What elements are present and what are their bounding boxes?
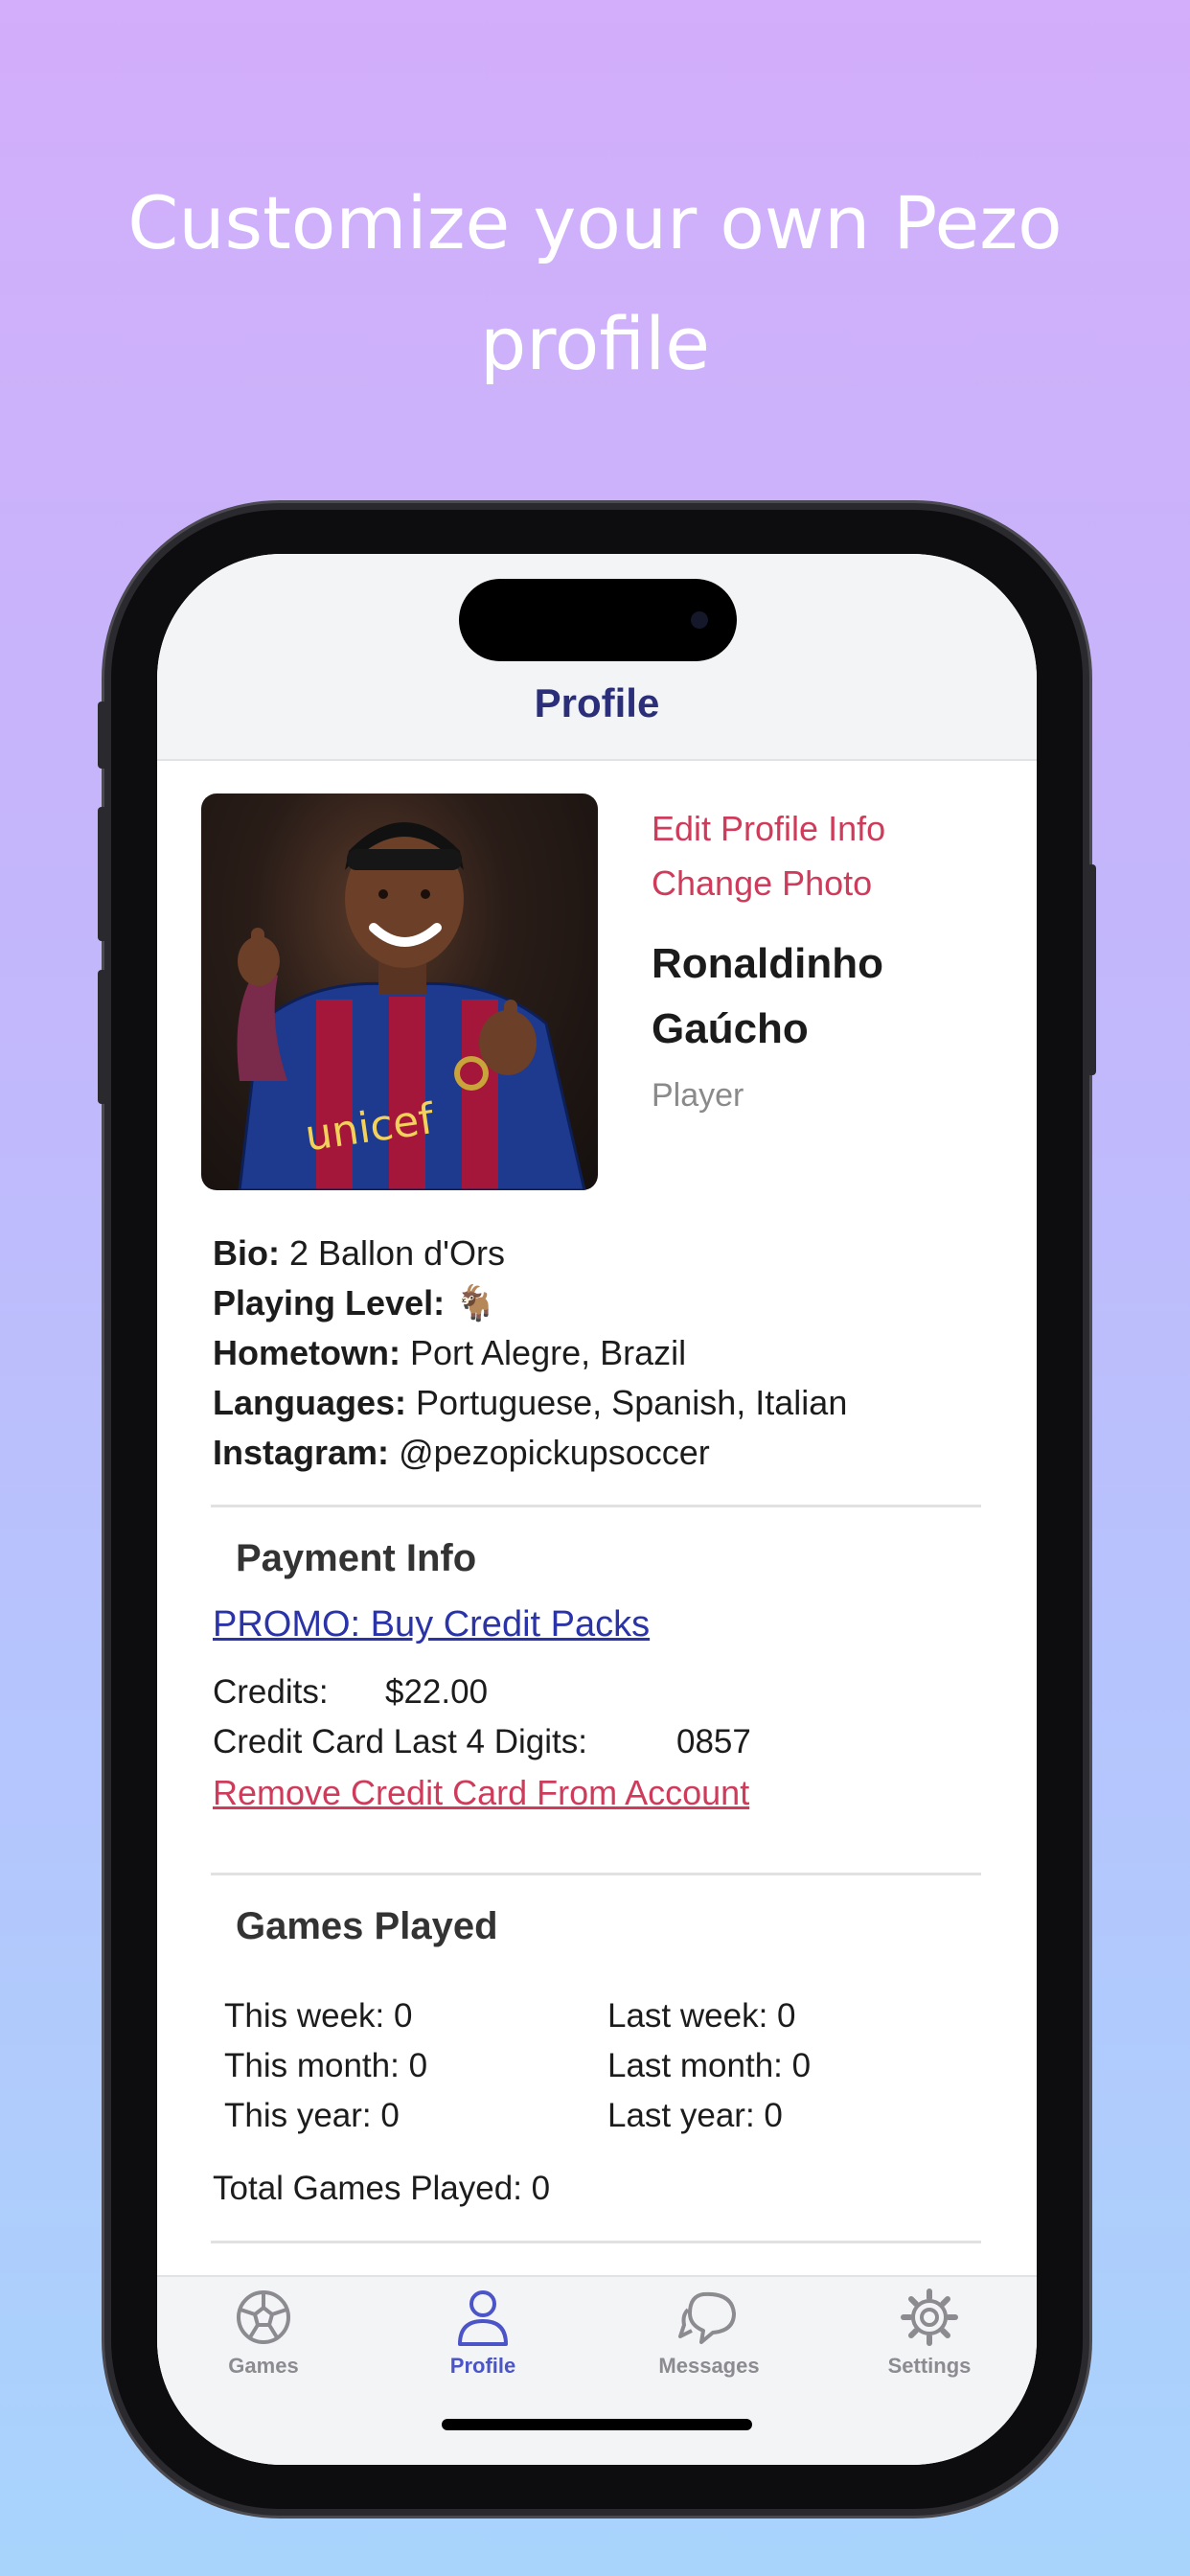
tab-games[interactable]: Games xyxy=(177,2287,350,2379)
playing-level-label: Playing Level: xyxy=(213,1283,446,1322)
profile-photo: unicef xyxy=(201,794,598,1190)
card-digits-label: Credit Card Last 4 Digits: xyxy=(213,1723,587,1760)
credits-label: Credits: xyxy=(213,1673,329,1711)
player-role: Player xyxy=(652,1077,744,1114)
payment-info-title: Payment Info xyxy=(236,1537,477,1579)
games-this-week: This week: 0 xyxy=(224,1997,413,2035)
games-last-year: Last year: 0 xyxy=(607,2097,783,2134)
instagram-label: Instagram: xyxy=(213,1433,390,1472)
profile-details: Bio: 2 Ballon d'Ors Playing Level: 🐐 Hom… xyxy=(213,1229,998,1478)
credits-value: $22.00 xyxy=(385,1673,489,1711)
profile-content: unicef Edit Profile Info Change Photo Ro… xyxy=(157,761,1037,2256)
tab-settings-label: Settings xyxy=(887,2354,972,2378)
divider xyxy=(211,1505,981,1507)
page-title: Profile xyxy=(534,680,660,725)
games-last-week: Last week: 0 xyxy=(607,1997,796,2035)
gear-icon xyxy=(901,2288,958,2346)
remove-credit-card-link[interactable]: Remove Credit Card From Account xyxy=(213,1773,749,1813)
volume-up-button xyxy=(98,807,107,941)
person-icon xyxy=(458,2290,508,2346)
soccer-ball-icon xyxy=(237,2290,290,2344)
games-this-month: This month: 0 xyxy=(224,2047,428,2084)
tab-profile-label: Profile xyxy=(449,2354,516,2378)
games-played-title: Games Played xyxy=(236,1905,498,1947)
bio-label: Bio: xyxy=(213,1233,280,1273)
edit-profile-link[interactable]: Edit Profile Info xyxy=(652,809,885,849)
chat-bubbles-icon xyxy=(678,2291,736,2344)
tab-bar: Games Profile Messages Settings xyxy=(157,2275,1037,2465)
games-total: Total Games Played: 0 xyxy=(213,2170,551,2207)
player-last-name: Gaúcho xyxy=(652,1005,809,1052)
headline-line-1: Customize your own Pezo xyxy=(127,180,1063,265)
games-this-year: This year: 0 xyxy=(224,2097,400,2134)
hometown-label: Hometown: xyxy=(213,1333,400,1372)
player-name: Ronaldinho Gaúcho xyxy=(652,932,996,1062)
tab-messages[interactable]: Messages xyxy=(623,2287,795,2379)
bio-value: 2 Ballon d'Ors xyxy=(289,1233,505,1273)
phone-screen: Profile unicef Edit Profile Info Change … xyxy=(157,554,1037,2465)
change-photo-link[interactable]: Change Photo xyxy=(652,863,872,904)
tab-settings[interactable]: Settings xyxy=(843,2287,1016,2379)
languages-label: Languages: xyxy=(213,1383,407,1422)
dynamic-island xyxy=(459,579,737,661)
divider xyxy=(211,1873,981,1875)
playing-level-row: Playing Level: 🐐 xyxy=(213,1278,998,1328)
player-first-name: Ronaldinho xyxy=(652,940,883,987)
headline-line-2: profile xyxy=(479,301,711,386)
phone-frame: Profile unicef Edit Profile Info Change … xyxy=(98,510,1096,2509)
bio-row: Bio: 2 Ballon d'Ors xyxy=(213,1229,998,1278)
tab-games-label: Games xyxy=(228,2354,299,2378)
card-digits-value: 0857 xyxy=(676,1723,751,1760)
instagram-value: @pezopickupsoccer xyxy=(399,1433,710,1472)
action-button xyxy=(98,702,107,769)
instagram-row: Instagram: @pezopickupsoccer xyxy=(213,1428,998,1478)
hometown-value: Port Alegre, Brazil xyxy=(410,1333,687,1372)
volume-down-button xyxy=(98,970,107,1104)
playing-level-value: 🐐 xyxy=(454,1283,497,1322)
home-indicator[interactable] xyxy=(442,2419,752,2430)
languages-row: Languages: Portuguese, Spanish, Italian xyxy=(213,1378,998,1428)
promo-credit-packs-link[interactable]: PROMO: Buy Credit Packs xyxy=(213,1604,650,1645)
tab-profile[interactable]: Profile xyxy=(397,2287,569,2379)
games-last-month: Last month: 0 xyxy=(607,2047,812,2084)
tab-messages-label: Messages xyxy=(658,2354,760,2378)
hometown-row: Hometown: Port Alegre, Brazil xyxy=(213,1328,998,1378)
languages-value: Portuguese, Spanish, Italian xyxy=(416,1383,848,1422)
divider xyxy=(211,2241,981,2243)
marketing-headline: Customize your own Pezo profile xyxy=(0,163,1190,404)
player-photo-illustration: unicef xyxy=(237,822,586,1190)
power-button xyxy=(1087,864,1096,1075)
